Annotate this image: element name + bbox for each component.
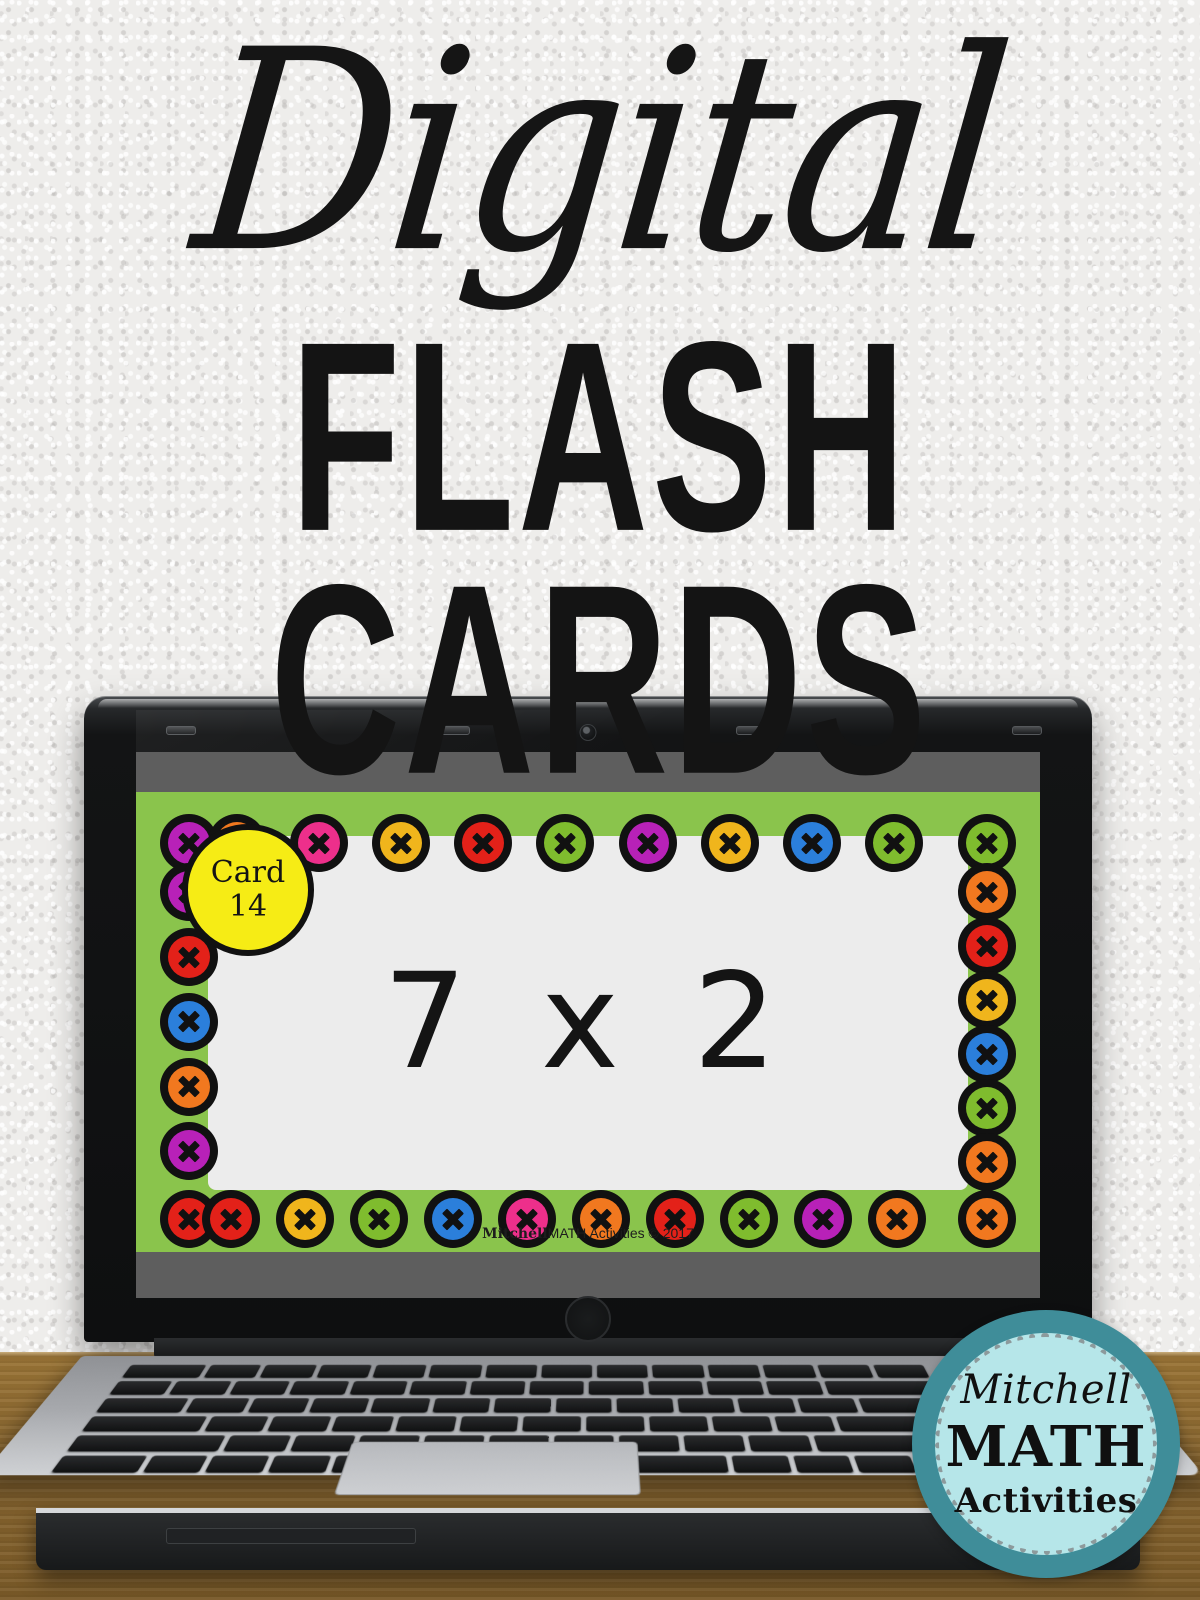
key[interactable] xyxy=(331,1416,395,1432)
title-display-flash-cards: FLASH CARDS xyxy=(270,285,930,831)
key[interactable] xyxy=(817,1364,874,1378)
key[interactable] xyxy=(308,1398,370,1413)
key[interactable] xyxy=(185,1398,250,1413)
title-script-digital: Digital xyxy=(182,0,1018,315)
key[interactable] xyxy=(676,1398,735,1413)
keyboard-row-home xyxy=(81,1416,959,1432)
key[interactable] xyxy=(469,1380,526,1395)
key[interactable] xyxy=(169,1380,232,1395)
key[interactable] xyxy=(555,1398,612,1413)
key[interactable] xyxy=(121,1364,207,1378)
x-button-icon xyxy=(168,1130,210,1173)
key[interactable] xyxy=(432,1398,491,1413)
keyboard-row-numbers xyxy=(109,1380,939,1395)
key[interactable] xyxy=(765,1380,824,1395)
copyright-notice: MitchellMATH Activities © 2017 xyxy=(136,1225,1040,1242)
logo-line-mitchell: Mitchell xyxy=(960,1367,1132,1413)
key[interactable] xyxy=(737,1398,797,1413)
key[interactable] xyxy=(203,1364,262,1378)
border-button-right xyxy=(958,863,1016,922)
copyright-text: MATH Activities © 2017 xyxy=(547,1225,694,1241)
copyright-brand: Mitchell xyxy=(482,1226,548,1242)
key-alt-right[interactable] xyxy=(731,1455,792,1473)
border-button-left xyxy=(160,1122,218,1181)
key[interactable] xyxy=(289,1380,350,1395)
laptop-screen[interactable]: Card 14 7 x 2 MitchellMATH Activities © … xyxy=(136,752,1040,1298)
key[interactable] xyxy=(597,1364,649,1378)
flash-card-slide[interactable]: Card 14 7 x 2 MitchellMATH Activities © … xyxy=(136,792,1040,1252)
key-win[interactable] xyxy=(205,1455,270,1473)
keyboard-row-function xyxy=(121,1364,930,1378)
key-tab[interactable] xyxy=(95,1398,190,1413)
key[interactable] xyxy=(247,1398,310,1413)
key[interactable] xyxy=(409,1380,467,1395)
key-ctrl[interactable] xyxy=(50,1455,147,1473)
key[interactable] xyxy=(854,1455,918,1473)
card-badge-label: Card xyxy=(210,855,286,891)
key[interactable] xyxy=(762,1364,818,1378)
key[interactable] xyxy=(652,1364,705,1378)
key[interactable] xyxy=(395,1416,457,1432)
key[interactable] xyxy=(773,1416,837,1432)
card-badge-number: 14 xyxy=(228,889,268,924)
key[interactable] xyxy=(541,1364,593,1378)
key[interactable] xyxy=(649,1416,709,1432)
key[interactable] xyxy=(711,1416,773,1432)
key[interactable] xyxy=(109,1380,173,1395)
x-button-icon xyxy=(966,871,1008,914)
key[interactable] xyxy=(484,1364,538,1378)
key[interactable] xyxy=(707,1364,761,1378)
key[interactable] xyxy=(289,1435,356,1452)
key[interactable] xyxy=(229,1380,291,1395)
card-number-badge: Card 14 xyxy=(182,824,314,956)
key[interactable] xyxy=(259,1364,317,1378)
screen-bottom-bar xyxy=(136,1252,1040,1298)
key[interactable] xyxy=(683,1435,747,1452)
key[interactable] xyxy=(203,1416,270,1432)
key[interactable] xyxy=(349,1380,408,1395)
x-button-icon xyxy=(966,822,1008,864)
key-alt[interactable] xyxy=(267,1455,332,1473)
logo-line-activities: Activities xyxy=(954,1481,1138,1521)
key[interactable] xyxy=(797,1398,859,1413)
keyboard-row-qwerty xyxy=(95,1398,949,1413)
front-vent xyxy=(166,1528,416,1544)
key[interactable] xyxy=(586,1416,645,1432)
key[interactable] xyxy=(316,1364,372,1378)
math-expression: 7 x 2 xyxy=(383,945,793,1099)
mitchell-math-logo: Mitchell MATH Activities xyxy=(912,1310,1180,1578)
key[interactable] xyxy=(223,1435,291,1452)
logo-inner-circle: Mitchell MATH Activities xyxy=(939,1337,1153,1551)
headline-block: Digital FLASH CARDS xyxy=(0,0,1200,815)
x-button-icon xyxy=(966,1141,1008,1184)
key[interactable] xyxy=(529,1380,585,1395)
key[interactable] xyxy=(616,1398,674,1413)
laptop-brand-logo-icon xyxy=(565,1296,611,1342)
key[interactable] xyxy=(267,1416,332,1432)
key[interactable] xyxy=(792,1455,855,1473)
key[interactable] xyxy=(647,1380,704,1395)
key[interactable] xyxy=(706,1380,764,1395)
flash-card-frame: Card 14 7 x 2 MitchellMATH Activities © … xyxy=(136,792,1040,1252)
key[interactable] xyxy=(522,1416,582,1432)
trackpad[interactable] xyxy=(333,1441,641,1496)
key-capslock[interactable] xyxy=(81,1416,207,1432)
key[interactable] xyxy=(370,1398,431,1413)
logo-line-math: MATH xyxy=(945,1414,1147,1480)
key[interactable] xyxy=(493,1398,551,1413)
key-fn[interactable] xyxy=(142,1455,209,1473)
key[interactable] xyxy=(458,1416,519,1432)
key[interactable] xyxy=(872,1364,930,1378)
border-button-right xyxy=(958,1133,1016,1192)
key-shift-left[interactable] xyxy=(66,1435,227,1452)
key[interactable] xyxy=(428,1364,482,1378)
key[interactable] xyxy=(372,1364,427,1378)
key[interactable] xyxy=(748,1435,813,1452)
key[interactable] xyxy=(589,1380,644,1395)
